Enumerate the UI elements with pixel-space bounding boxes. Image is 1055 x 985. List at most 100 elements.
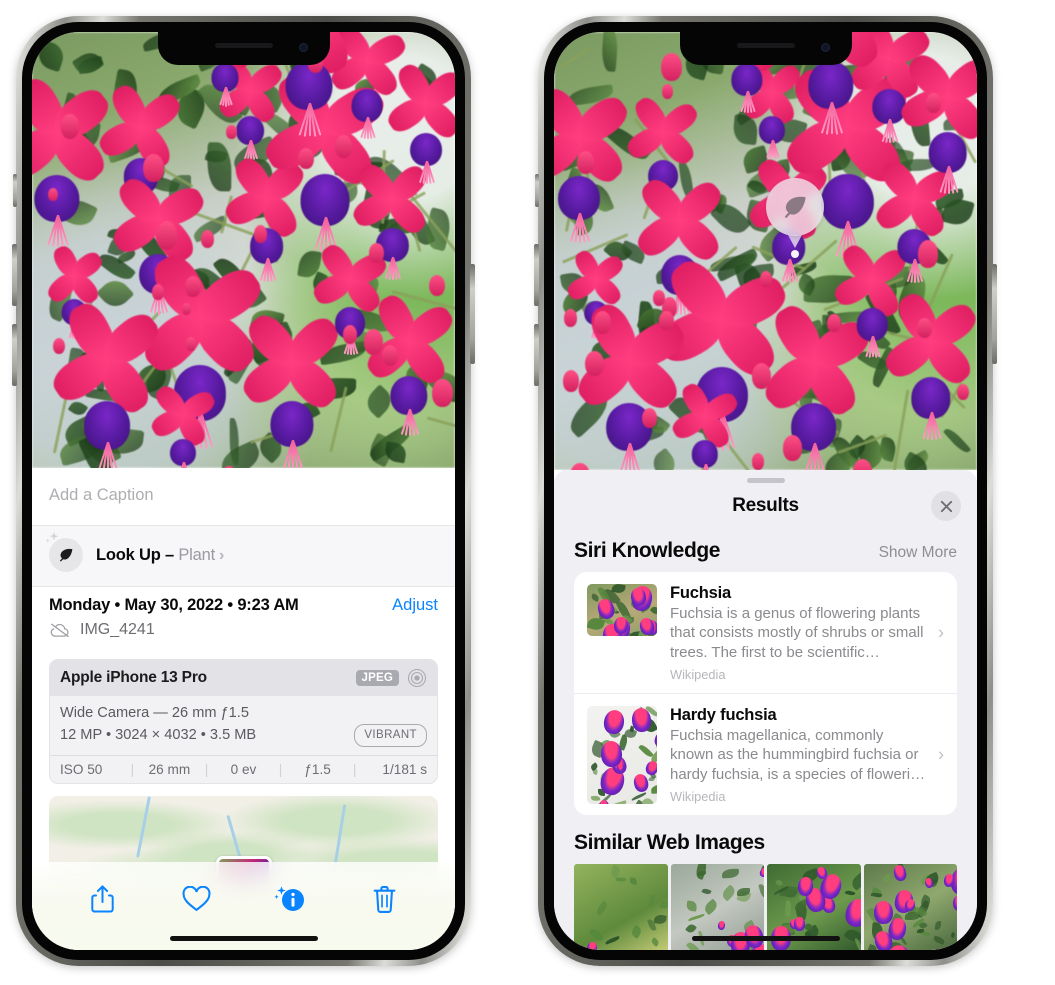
adjust-button[interactable]: Adjust (392, 596, 438, 615)
photo-flower-bud (428, 274, 445, 297)
photo-fuchsia-blossom (554, 82, 634, 243)
photo-flower-bud (641, 407, 657, 428)
map-river-1 (136, 796, 152, 858)
thumbnail-leaf (702, 898, 720, 916)
thumbnail-flower (632, 772, 650, 794)
photo-stem (558, 47, 591, 70)
photo-leaf (34, 39, 67, 72)
thumbnail-leaf (605, 935, 621, 945)
photo-flower-bud (52, 337, 65, 354)
volume-down-button-right[interactable] (534, 324, 539, 386)
front-camera-icon (298, 43, 308, 52)
photo-flower-bud (576, 150, 594, 175)
photo-viewer-left[interactable] (32, 32, 455, 468)
look-up-label: Look Up – Plant › (96, 546, 224, 565)
favorite-button[interactable] (174, 876, 220, 922)
look-up-row[interactable]: Look Up – Plant › (32, 526, 455, 586)
power-button[interactable] (470, 264, 475, 364)
cloud-slash-icon (50, 623, 69, 638)
thumbnail-leaf (609, 799, 628, 805)
results-title: Results (732, 495, 799, 516)
photo-flower-bud (226, 124, 237, 139)
look-up-title: Look Up – (96, 545, 174, 564)
photo-flower-bud (783, 435, 802, 461)
volume-up-button-right[interactable] (534, 244, 539, 306)
photo-leaf (601, 32, 620, 72)
thumbnail-flower (842, 896, 861, 930)
photo-fuchsia-blossom (831, 241, 911, 358)
photo-flower-bud (584, 350, 604, 377)
photo-fuchsia-blossom (384, 60, 455, 184)
thumbnail-flower (759, 867, 764, 879)
metadata-filename-row: IMG_4241 (49, 621, 438, 639)
thumbnail-leaf (686, 900, 698, 912)
photo-flower-bud (200, 230, 214, 248)
similar-image-thumbnail[interactable] (574, 864, 668, 950)
knowledge-thumbnail (587, 706, 657, 805)
photo-flower-bud (827, 314, 841, 333)
photo-flower-bud (917, 317, 933, 339)
similar-image-thumbnail[interactable] (863, 864, 957, 950)
photo-fuchsia-blossom (669, 380, 740, 470)
volume-down-button[interactable] (12, 324, 17, 386)
knowledge-item[interactable]: Fuchsia Fuchsia is a genus of flowering … (574, 572, 957, 693)
photo-fuchsia-blossom (148, 382, 218, 468)
photo-flower-bud (181, 302, 191, 316)
look-up-icon-wrap (45, 532, 83, 572)
info-button[interactable] (267, 876, 313, 922)
knowledge-description: Fuchsia magellanica, commonly known as t… (670, 727, 926, 783)
exif-body: Wide Camera — 26 mm ƒ1.5 12 MP • 3024 × … (50, 696, 437, 755)
knowledge-source: Wikipedia (670, 667, 726, 683)
exif-card[interactable]: Apple iPhone 13 Pro JPEG Wide Camera — 2… (49, 659, 438, 784)
exif-stats-row: ISO 50 | 26 mm | 0 ev | ƒ1.5 | 1/181 s (50, 754, 437, 783)
thumbnail-flower (892, 864, 909, 883)
earpiece-speaker-right (736, 43, 795, 48)
photo-flower-bud (152, 283, 165, 300)
info-sparkle-icon (274, 886, 305, 911)
home-indicator-right[interactable] (691, 936, 840, 941)
home-indicator-left[interactable] (169, 936, 318, 941)
thumbnail-leaf (694, 864, 710, 880)
caption-input[interactable]: Add a Caption (32, 468, 455, 526)
photo-plant-content (32, 32, 455, 468)
look-up-pin-dot (791, 250, 799, 258)
phone-bezel-right: Results Siri Knowledge Show More Fuchsia… (544, 22, 987, 960)
share-button[interactable] (80, 876, 126, 922)
photo-plant-content-right (554, 32, 977, 470)
delete-button[interactable] (361, 876, 407, 922)
exif-header: Apple iPhone 13 Pro JPEG (50, 660, 437, 696)
photo-flower-bud (659, 310, 674, 331)
knowledge-title: Hardy fuchsia (670, 706, 777, 725)
photo-viewer-right[interactable] (554, 32, 977, 470)
power-button-right[interactable] (992, 264, 997, 364)
thumbnail-leaf (720, 884, 738, 902)
thumbnail-leaf (629, 877, 637, 885)
close-button[interactable] (931, 491, 961, 521)
photo-fuchsia-blossom (739, 57, 805, 159)
knowledge-item[interactable]: Hardy fuchsia Fuchsia magellanica, commo… (574, 693, 957, 815)
knowledge-thumbnail (587, 584, 657, 636)
exif-size-line: 12 MP • 3024 × 4032 • 3.5 MB (60, 726, 257, 743)
camera-model: Apple iPhone 13 Pro (60, 669, 207, 686)
exif-stat: ISO 50 (60, 761, 103, 777)
leaf-icon (785, 196, 806, 218)
exif-size-row: 12 MP • 3024 × 4032 • 3.5 MB VIBRANT (60, 724, 427, 747)
photo-flower-bud (926, 93, 941, 113)
look-up-pin[interactable] (766, 178, 824, 258)
photo-flower-bud (661, 84, 673, 100)
mute-switch[interactable] (13, 174, 17, 207)
thumbnail-leaf (649, 604, 657, 616)
photo-flower-bud (156, 221, 178, 250)
photo-fuchsia-blossom (47, 297, 166, 468)
phone-bezel-left: Add a Caption Look Up – Plant › Monday •… (22, 22, 465, 960)
look-up-pin-circle (766, 178, 824, 236)
show-more-button[interactable]: Show More (879, 544, 957, 562)
exif-stat: ƒ1.5 (304, 761, 331, 777)
thumbnail-leaf (650, 936, 661, 947)
photo-flower-bud (432, 379, 453, 408)
mute-switch-right[interactable] (535, 174, 539, 207)
exif-lens-line: Wide Camera — 26 mm ƒ1.5 (60, 705, 249, 721)
volume-up-button[interactable] (12, 244, 17, 306)
thumbnail-flower (644, 759, 657, 777)
photo-flower-bud (184, 275, 201, 298)
